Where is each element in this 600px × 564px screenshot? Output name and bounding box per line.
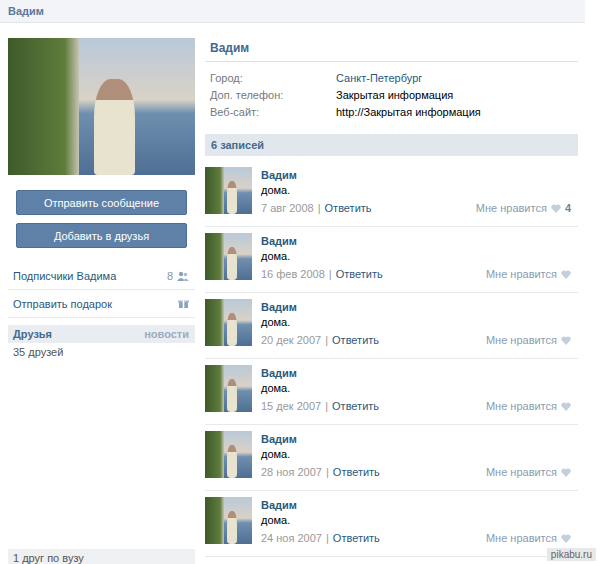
profile-page: Вадим Отправить сообщение Добавить в друз… bbox=[0, 0, 600, 564]
like-button[interactable]: Мне нравится bbox=[486, 334, 571, 346]
post-author[interactable]: Вадим bbox=[261, 499, 571, 511]
like-button[interactable]: Мне нравится bbox=[486, 268, 571, 280]
info-value: http://Закрытая информация bbox=[336, 106, 481, 118]
reply-link[interactable]: Ответить bbox=[336, 268, 383, 280]
profile-photo[interactable] bbox=[8, 38, 195, 175]
friends-header: Друзья новости bbox=[8, 325, 195, 343]
reply-link[interactable]: Ответить bbox=[333, 532, 380, 544]
friends-count[interactable]: 35 друзей bbox=[8, 343, 195, 361]
heart-icon bbox=[561, 534, 571, 543]
post-date: 16 фев 2008 bbox=[261, 268, 325, 280]
info-value: Закрытая информация bbox=[336, 89, 453, 101]
action-button[interactable]: Добавить в друзья bbox=[16, 223, 187, 248]
post-date: 15 дек 2007 bbox=[261, 400, 321, 412]
like-button[interactable]: Мне нравится 4 bbox=[476, 202, 571, 214]
right-column: Вадим Город: Санкт-ПетербургДоп. телефон… bbox=[205, 38, 578, 564]
info-row: Доп. телефон: Закрытая информация bbox=[210, 86, 578, 103]
sidebar-list: Подписчики Вадима 8 Отправить подарок bbox=[8, 262, 195, 318]
wall-post: Вадим дома. 24 ноя 2007 | Ответить Мне н… bbox=[205, 491, 578, 557]
info-row: Город: Санкт-Петербург bbox=[210, 69, 578, 86]
wall-header: 6 записей bbox=[205, 134, 578, 156]
action-button[interactable]: Отправить сообщение bbox=[16, 190, 187, 215]
heart-icon bbox=[561, 402, 571, 411]
wall-post: Вадим дома. 20 дек 2007 | Ответить Мне н… bbox=[205, 293, 578, 359]
post-author[interactable]: Вадим bbox=[261, 301, 571, 313]
heart-icon bbox=[561, 270, 571, 279]
post-date: 7 авг 2008 bbox=[261, 202, 314, 214]
wall-posts: Вадим дома. 7 авг 2008 | Ответить Мне нр… bbox=[205, 161, 578, 557]
heart-icon bbox=[561, 468, 571, 477]
wall-post: Вадим дома. 28 ноя 2007 | Ответить Мне н… bbox=[205, 425, 578, 491]
like-button[interactable]: Мне нравится bbox=[486, 400, 571, 412]
sidebar-item[interactable]: Подписчики Вадима 8 bbox=[8, 262, 195, 290]
post-date: 24 ноя 2007 bbox=[261, 532, 322, 544]
post-author[interactable]: Вадим bbox=[261, 169, 571, 181]
like-button[interactable]: Мне нравится bbox=[486, 532, 571, 544]
header-title: Вадим bbox=[8, 5, 44, 17]
watermark: pikabu.ru bbox=[547, 548, 596, 561]
page-header: Вадим bbox=[0, 0, 585, 23]
post-text: дома. bbox=[261, 448, 571, 460]
friends-news-link[interactable]: новости bbox=[144, 328, 189, 340]
people-icon bbox=[177, 271, 189, 281]
wall-post: Вадим дома. 15 дек 2007 | Ответить Мне н… bbox=[205, 359, 578, 425]
post-avatar[interactable] bbox=[205, 365, 252, 412]
reply-link[interactable]: Ответить bbox=[325, 202, 372, 214]
post-avatar[interactable] bbox=[205, 431, 252, 478]
post-avatar[interactable] bbox=[205, 299, 252, 346]
post-text: дома. bbox=[261, 382, 571, 394]
info-value[interactable]: Санкт-Петербург bbox=[336, 72, 422, 84]
friends-university[interactable]: 1 друг по вузу bbox=[8, 549, 195, 564]
post-text: дома. bbox=[261, 514, 571, 526]
reply-link[interactable]: Ответить bbox=[333, 466, 380, 478]
post-date: 20 дек 2007 bbox=[261, 334, 321, 346]
sidebar-item[interactable]: Отправить подарок bbox=[8, 290, 195, 318]
wall-post: Вадим дома. 7 авг 2008 | Ответить Мне нр… bbox=[205, 161, 578, 227]
post-text: дома. bbox=[261, 250, 571, 262]
post-avatar[interactable] bbox=[205, 167, 252, 214]
post-author[interactable]: Вадим bbox=[261, 235, 571, 247]
wall-post: Вадим дома. 16 фев 2008 | Ответить Мне н… bbox=[205, 227, 578, 293]
post-date: 28 ноя 2007 bbox=[261, 466, 322, 478]
profile-info: Город: Санкт-ПетербургДоп. телефон: Закр… bbox=[205, 62, 578, 120]
reply-link[interactable]: Ответить bbox=[332, 400, 379, 412]
heart-icon bbox=[561, 336, 571, 345]
post-author[interactable]: Вадим bbox=[261, 433, 571, 445]
post-text: дома. bbox=[261, 316, 571, 328]
reply-link[interactable]: Ответить bbox=[332, 334, 379, 346]
heart-icon bbox=[551, 204, 561, 213]
post-text: дома. bbox=[261, 184, 571, 196]
gift-icon bbox=[178, 298, 189, 309]
post-avatar[interactable] bbox=[205, 497, 252, 544]
left-column: Отправить сообщение Добавить в друзья Под… bbox=[8, 38, 195, 564]
profile-actions: Отправить сообщение Добавить в друзья bbox=[8, 175, 195, 248]
post-avatar[interactable] bbox=[205, 233, 252, 280]
profile-name: Вадим bbox=[205, 38, 578, 62]
info-row: Веб-сайт: http://Закрытая информация bbox=[210, 103, 578, 120]
like-button[interactable]: Мне нравится bbox=[486, 466, 571, 478]
main-area: Отправить сообщение Добавить в друзья Под… bbox=[0, 23, 600, 564]
post-author[interactable]: Вадим bbox=[261, 367, 571, 379]
